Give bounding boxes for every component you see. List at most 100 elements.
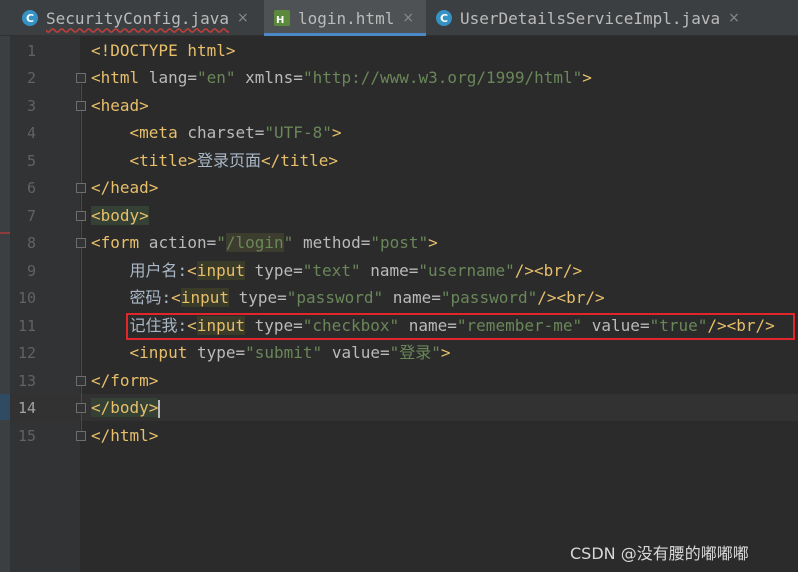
tab-login-html[interactable]: H login.html × bbox=[264, 0, 426, 36]
line-number: 2 bbox=[26, 69, 36, 87]
code-token: lang= bbox=[139, 68, 197, 87]
line-number: 8 bbox=[26, 234, 36, 252]
code-token: /><br/> bbox=[514, 261, 583, 280]
code-token: 登录页面 bbox=[196, 151, 261, 170]
line-number: 13 bbox=[17, 372, 36, 390]
fold-icon[interactable] bbox=[76, 211, 86, 221]
code-line-13[interactable]: </form> bbox=[91, 369, 158, 393]
code-token: input bbox=[196, 261, 245, 280]
code-line-8[interactable]: <form action="/login" method="post"> bbox=[91, 231, 438, 255]
text-cursor bbox=[158, 399, 161, 418]
watermark: CSDN @没有腰的嘟嘟嘟 bbox=[570, 544, 749, 563]
selection-marker bbox=[0, 394, 10, 420]
java-class-icon: C bbox=[22, 10, 38, 26]
code-token: 密码: bbox=[129, 288, 172, 307]
code-line-4[interactable]: <meta charset="UTF-8"> bbox=[91, 121, 342, 145]
code-token: < bbox=[171, 288, 181, 307]
code-token: " bbox=[216, 233, 226, 252]
code-token: > bbox=[440, 343, 451, 362]
code-token: charset= bbox=[177, 123, 265, 142]
code-token: name= bbox=[360, 261, 419, 280]
code-token: <!DOCTYPE html> bbox=[91, 41, 236, 60]
fold-icon[interactable] bbox=[76, 238, 86, 248]
code-line-15[interactable]: </html> bbox=[91, 424, 158, 448]
code-line-14[interactable]: </body> bbox=[91, 396, 161, 420]
code-line-12[interactable]: <input type="submit" value="登录"> bbox=[91, 341, 451, 365]
code-token: "username" bbox=[418, 261, 515, 280]
code-token: "password" bbox=[286, 288, 384, 307]
code-token: xmlns= bbox=[235, 68, 303, 87]
code-token: </html> bbox=[91, 426, 159, 445]
close-icon[interactable]: × bbox=[237, 10, 249, 26]
code-token: > bbox=[582, 68, 592, 87]
tab-label: login.html bbox=[298, 8, 395, 28]
fold-icon[interactable] bbox=[76, 403, 86, 413]
code-token: </head> bbox=[91, 178, 159, 197]
code-token: <meta bbox=[129, 123, 178, 142]
code-token: "text" bbox=[302, 261, 361, 280]
code-line-2[interactable]: <html lang="en" xmlns="http://www.w3.org… bbox=[91, 66, 592, 90]
highlight-annotation-box bbox=[126, 313, 795, 340]
line-number: 7 bbox=[26, 207, 36, 225]
code-line-6[interactable]: </head> bbox=[91, 176, 158, 200]
code-token: type= bbox=[244, 261, 303, 280]
line-number: 12 bbox=[17, 344, 36, 362]
code-token: type= bbox=[187, 343, 246, 362]
code-token: <body> bbox=[91, 206, 149, 225]
fold-icon[interactable] bbox=[76, 183, 86, 193]
editor-tab-bar: C SecurityConfig.java × H login.html × C… bbox=[0, 0, 798, 36]
code-token: > bbox=[331, 123, 342, 142]
line-number: 10 bbox=[17, 289, 36, 307]
java-class-icon: C bbox=[436, 10, 452, 26]
code-line-9[interactable]: 用户名:<input type="text" name="username"/>… bbox=[91, 259, 582, 283]
code-token: <html bbox=[91, 68, 140, 87]
line-number: 9 bbox=[26, 262, 36, 280]
left-tool-strip bbox=[0, 36, 10, 572]
close-icon[interactable]: × bbox=[402, 10, 414, 26]
line-number: 6 bbox=[26, 179, 36, 197]
code-token: "UTF-8" bbox=[264, 123, 332, 142]
code-token: <head> bbox=[91, 96, 149, 115]
error-marker bbox=[0, 232, 10, 234]
tab-label: SecurityConfig.java bbox=[46, 8, 230, 28]
code-line-3[interactable]: <head> bbox=[91, 94, 149, 118]
code-line-5[interactable]: <title>登录页面</title> bbox=[91, 149, 339, 173]
fold-icon[interactable] bbox=[76, 73, 86, 83]
html-file-icon: H bbox=[274, 10, 290, 26]
line-number: 1 bbox=[26, 42, 36, 60]
close-icon[interactable]: × bbox=[728, 10, 740, 26]
code-token: </title> bbox=[260, 151, 339, 170]
code-token: method= bbox=[293, 233, 371, 252]
code-token: input bbox=[180, 288, 229, 307]
code-token: </form> bbox=[91, 371, 159, 390]
fold-icon[interactable] bbox=[76, 431, 86, 441]
code-token: value= bbox=[322, 343, 390, 362]
code-token: "post" bbox=[370, 233, 429, 252]
code-token: <input bbox=[129, 343, 188, 362]
tab-userdetailsserviceimpl-java[interactable]: C UserDetailsServiceImpl.java × bbox=[428, 0, 758, 36]
line-number-current: 14 bbox=[17, 399, 36, 417]
tab-securityconfig-java[interactable]: C SecurityConfig.java × bbox=[0, 0, 262, 36]
code-token: 用户名: bbox=[129, 261, 188, 280]
code-token: "登录" bbox=[389, 343, 441, 362]
code-token: " bbox=[283, 233, 294, 252]
fold-icon[interactable] bbox=[76, 376, 86, 386]
fold-icon[interactable] bbox=[76, 101, 86, 111]
line-number: 4 bbox=[26, 124, 36, 142]
code-token: < bbox=[187, 261, 197, 280]
code-token: "en" bbox=[196, 68, 236, 87]
code-token: action= bbox=[139, 233, 217, 252]
code-line-10[interactable]: 密码:<input type="password" name="password… bbox=[91, 286, 605, 310]
code-token: "http://www.w3.org/1999/html" bbox=[302, 68, 583, 87]
code-token: <form bbox=[91, 233, 140, 252]
line-number: 11 bbox=[17, 317, 36, 335]
code-token: > bbox=[428, 233, 438, 252]
line-number: 5 bbox=[26, 152, 36, 170]
code-line-7[interactable]: <body> bbox=[91, 204, 149, 228]
line-number: 15 bbox=[17, 427, 36, 445]
code-token: /login bbox=[225, 233, 284, 252]
code-token: "submit" bbox=[245, 343, 323, 362]
code-line-1[interactable]: <!DOCTYPE html> bbox=[91, 39, 236, 63]
line-number: 3 bbox=[26, 97, 36, 115]
code-token: name= bbox=[383, 288, 441, 307]
